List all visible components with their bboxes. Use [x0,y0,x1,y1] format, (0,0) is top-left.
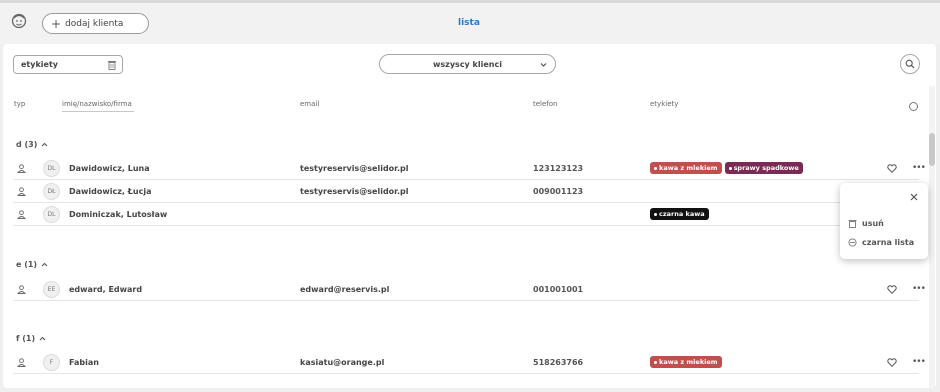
column-header-tags: etykiety [650,100,679,108]
more-options-icon[interactable]: ••• [912,285,926,294]
scrollbar-thumb[interactable] [929,133,935,166]
chevron-down-icon [540,63,547,67]
avatar: DŁ [43,183,60,200]
client-list-panel: etykiety wszyscy klienci typ imię/nazwis… [3,44,936,388]
person-icon [17,187,26,196]
avatar: DL [43,206,60,223]
tag-list: kawa z mlekiem [650,356,722,368]
client-email: testyreservis@selidor.pl [300,164,409,173]
avatar: EE [43,281,60,298]
person-icon [17,210,26,219]
heart-icon[interactable] [887,358,897,367]
client-name[interactable]: Dawidowicz, Łucja [69,187,151,196]
client-email: edward@reservis.pl [300,285,390,294]
search-button[interactable] [900,54,920,74]
app-logo-icon[interactable] [10,12,28,30]
block-icon [848,238,857,247]
client-filter-label: wszyscy klienci [433,59,502,69]
tag-badge: sprawy spadkowe [724,162,803,174]
tag-badge: kawa z mlekiem [650,356,722,368]
blacklist-label: czarna lista [862,238,915,247]
client-name[interactable]: Dominiczak, Lutosław [69,210,167,219]
client-phone: 123123123 [533,164,584,173]
client-phone: 001001001 [533,285,584,294]
person-icon [17,164,26,173]
group-header-d[interactable]: d (3) [16,140,48,149]
scrollbar[interactable] [929,86,935,388]
avatar: DL [43,160,60,177]
group-label: e (1) [16,260,38,269]
client-filter-select[interactable]: wszyscy klienci [379,54,556,74]
heart-icon[interactable] [887,164,897,173]
table-row[interactable]: F Fabian kasiatu@orange.pl 518263766 kaw… [13,351,926,374]
chevron-up-icon [42,142,48,147]
group-header-f[interactable]: f (1) [16,334,46,343]
column-settings-icon[interactable] [909,102,918,111]
chevron-up-icon [41,262,48,267]
blacklist-menu-item[interactable]: czarna lista [848,238,914,247]
plus-icon: + [51,16,62,31]
tags-filter[interactable]: etykiety [13,55,123,74]
heart-icon[interactable] [887,285,897,294]
group-header-e[interactable]: e (1) [16,260,48,269]
add-client-label: dodaj klienta [65,18,124,29]
column-header-phone: telefon [533,100,558,108]
client-name[interactable]: Dawidowicz, Luna [69,164,150,173]
group-label: d (3) [16,140,38,149]
top-bar: + dodaj klienta lista [0,0,940,44]
more-options-icon[interactable]: ••• [912,164,926,173]
table-row[interactable]: DL Dawidowicz, Luna testyreservis@selido… [13,157,926,180]
tag-badge: czarna kawa [650,208,709,220]
close-icon[interactable] [910,193,918,201]
group-label: f (1) [16,334,36,343]
tag-list: czarna kawa [650,208,709,220]
client-email: kasiatu@orange.pl [300,358,385,367]
delete-label: usuń [862,219,884,228]
table-row[interactable]: DL Dominiczak, Lutosław czarna kawa [13,203,919,226]
tag-list: kawa z mlekiem sprawy spadkowe [650,162,803,174]
table-row[interactable]: EE edward, Edward edward@reservis.pl 001… [13,278,926,301]
avatar: F [43,354,60,371]
chevron-up-icon [39,336,46,341]
client-phone: 009001123 [533,187,584,196]
tag-badge: kawa z mlekiem [650,162,722,174]
client-name[interactable]: Fabian [69,358,99,367]
table-row[interactable]: DŁ Dawidowicz, Łucja testyreservis@selid… [13,180,919,203]
name-filter-input[interactable]: imię/nazwisko/firma [62,96,134,112]
column-header-type: typ [14,100,26,108]
tags-filter-label: etykiety [21,60,58,69]
client-email: testyreservis@selidor.pl [300,187,409,196]
client-phone: 518263766 [533,358,584,367]
trash-icon[interactable] [108,60,116,70]
column-header-email: email [300,100,320,108]
add-client-button[interactable]: + dodaj klienta [42,13,149,34]
row-context-menu: usuń czarna lista [840,183,928,259]
person-icon [17,358,26,367]
search-icon [905,59,915,69]
tab-lista[interactable]: lista [458,18,480,28]
client-name[interactable]: edward, Edward [69,285,142,294]
more-options-icon[interactable]: ••• [912,358,926,367]
person-icon [17,285,26,294]
trash-icon [848,220,857,228]
delete-menu-item[interactable]: usuń [848,219,884,228]
